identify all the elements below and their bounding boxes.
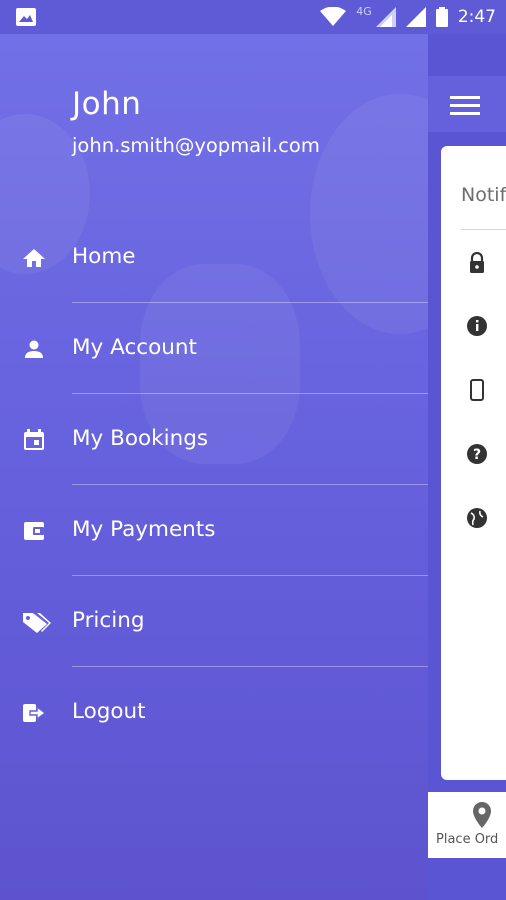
globe-icon[interactable]	[466, 507, 488, 529]
bottom-nav	[428, 792, 506, 858]
logout-icon	[23, 704, 47, 722]
drawer-item-label: Pricing	[72, 608, 145, 633]
signal-icon-2	[405, 7, 426, 27]
svg-text:?: ?	[473, 447, 481, 463]
battery-icon	[435, 7, 448, 27]
network-type-label: 4G	[356, 4, 372, 18]
calendar-icon	[24, 429, 44, 450]
drawer-item-home[interactable]: Home	[0, 212, 428, 302]
user-email: john.smith@yopmail.com	[72, 134, 320, 157]
drawer-item-label: My Bookings	[72, 426, 209, 451]
signal-icon	[375, 7, 396, 27]
home-icon	[23, 249, 45, 267]
navigation-drawer: John john.smith@yopmail.com Home My Acco…	[0, 34, 428, 900]
gallery-notification-icon	[16, 8, 36, 26]
drawer-item-label: Logout	[72, 699, 146, 724]
wifi-icon	[320, 7, 347, 26]
status-bar: 4G 2:47	[0, 0, 506, 34]
drawer-item-my-account[interactable]: My Account	[0, 303, 428, 393]
location-pin-icon[interactable]	[472, 802, 492, 828]
bottom-nav-place-order-label[interactable]: Place Ord	[436, 832, 506, 847]
card-title: Notif	[461, 184, 506, 206]
drawer-item-my-payments[interactable]: My Payments	[0, 485, 428, 575]
drawer-item-pricing[interactable]: Pricing	[0, 576, 428, 666]
user-name: John	[72, 86, 142, 122]
drawer-item-label: My Account	[72, 335, 197, 360]
info-icon[interactable]	[466, 315, 488, 337]
person-icon	[25, 340, 43, 358]
drawer-item-logout[interactable]: Logout	[0, 667, 428, 757]
clock: 2:47	[457, 7, 496, 27]
phone-icon[interactable]	[466, 379, 488, 401]
drawer-item-my-bookings[interactable]: My Bookings	[0, 394, 428, 484]
tags-icon	[23, 613, 51, 633]
drawer-item-label: Home	[72, 244, 136, 269]
hamburger-menu-icon[interactable]	[450, 96, 480, 116]
wallet-icon	[24, 522, 44, 540]
card-divider	[461, 229, 506, 230]
help-icon[interactable]: ?	[466, 443, 488, 465]
drawer-item-label: My Payments	[72, 517, 216, 542]
lock-icon[interactable]	[466, 252, 488, 274]
